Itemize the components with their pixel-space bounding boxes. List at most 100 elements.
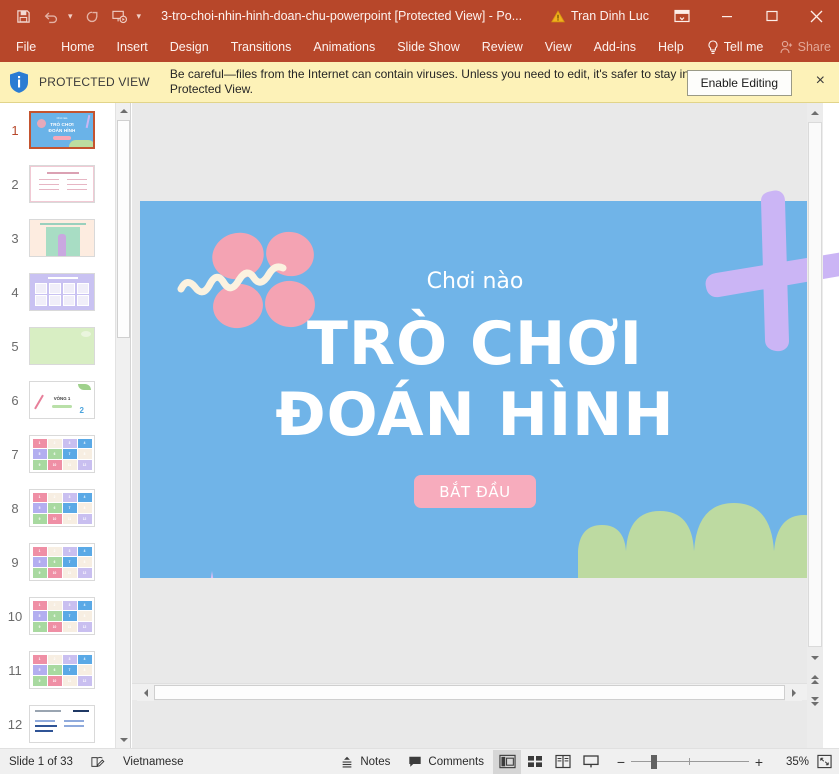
slide-thumbnail-image[interactable] (29, 327, 95, 365)
close-icon[interactable]: × (816, 73, 825, 89)
scroll-down-icon[interactable] (807, 649, 823, 666)
thumbnail-pane-scrollbar[interactable] (115, 103, 130, 748)
zoom-in-button[interactable]: + (749, 754, 769, 770)
share-button[interactable]: Share (780, 40, 831, 54)
save-icon[interactable] (10, 4, 36, 28)
tab-view[interactable]: View (534, 32, 583, 62)
previous-slide-icon[interactable] (807, 671, 823, 688)
slide-thumbnail-2[interactable]: 2 (0, 157, 115, 211)
tab-design[interactable]: Design (159, 32, 220, 62)
maximize-button[interactable] (749, 0, 794, 32)
zoom-slider[interactable] (631, 755, 749, 769)
thumb-grid-tile: 9 (33, 622, 47, 632)
lightbulb-icon (707, 40, 719, 55)
slide-horizontal-scrollbar[interactable] (132, 683, 808, 700)
comments-button[interactable]: Comments (399, 749, 493, 774)
slide-thumbnail-image[interactable]: Chơi nào TRÒ CHƠIĐOÁN HÌNH (29, 111, 95, 149)
slide-counter[interactable]: Slide 1 of 33 (0, 749, 82, 774)
slide-thumbnail-8[interactable]: 8 123456789101112 (0, 481, 115, 535)
comment-bubble-icon (408, 755, 422, 768)
slide-start-button[interactable]: BẮT ĐẦU (414, 475, 536, 508)
tab-slide-show[interactable]: Slide Show (386, 32, 471, 62)
slide-thumbnail-5[interactable]: 5 (0, 319, 115, 373)
thumb-grid-tile: 6 (48, 449, 62, 459)
next-slide-icon[interactable] (807, 693, 823, 710)
fit-to-window-button[interactable] (809, 754, 839, 769)
slide-thumbnail-7[interactable]: 7 123456789101112 (0, 427, 115, 481)
language-indicator[interactable]: Vietnamese (114, 749, 193, 774)
vscrollbar-thumb[interactable] (808, 122, 822, 647)
tab-file[interactable]: File (0, 32, 50, 62)
tell-me-box[interactable]: Tell me (695, 32, 775, 62)
slide-thumbnail-image[interactable]: 123456789101112 (29, 543, 95, 581)
thumb-grid-tile: 8 (78, 611, 92, 621)
tell-me-label: Tell me (724, 32, 764, 62)
current-slide[interactable]: Chơi nào TRÒ CHƠI ĐOÁN HÌNH BẮT ĐẦU (140, 201, 810, 578)
slide-thumbnail-12[interactable]: 12 (0, 697, 115, 748)
slide-sorter-view-button[interactable] (521, 750, 549, 774)
slide-thumbnail-image[interactable]: VÒNG 1 2 (29, 381, 95, 419)
thumb-grid-tile: 8 (78, 557, 92, 567)
scrollbar-thumb[interactable] (117, 120, 130, 338)
scroll-down-icon[interactable] (116, 732, 131, 748)
normal-view-button[interactable] (493, 750, 521, 774)
thumb-grid-tile: 10 (48, 460, 62, 470)
reading-view-button[interactable] (549, 750, 577, 774)
slide-sorter-icon (527, 754, 543, 769)
scroll-up-icon[interactable] (116, 103, 131, 119)
undo-dropdown-icon[interactable]: ▾ (66, 11, 77, 22)
slide-thumbnail-9[interactable]: 9 123456789101112 (0, 535, 115, 589)
slide-thumbnail-image[interactable]: 123456789101112 (29, 597, 95, 635)
tab-add-ins[interactable]: Add-ins (583, 32, 647, 62)
tab-insert[interactable]: Insert (106, 32, 159, 62)
slide-thumbnail-11[interactable]: 11 123456789101112 (0, 643, 115, 697)
slide-thumbnail-1[interactable]: 1 Chơi nào TRÒ CHƠIĐOÁN HÌNH (0, 103, 115, 157)
scroll-up-icon[interactable] (807, 104, 823, 121)
slide-thumbnail-6[interactable]: 6 VÒNG 1 2 (0, 373, 115, 427)
spelling-check-button[interactable] (82, 749, 114, 774)
scroll-right-icon[interactable] (785, 684, 802, 701)
tab-transitions[interactable]: Transitions (220, 32, 303, 62)
enable-editing-button[interactable]: Enable Editing (687, 70, 792, 96)
zoom-midpoint-tick (689, 758, 690, 765)
info-shield-icon (8, 70, 30, 94)
slide-thumbnail-image[interactable] (29, 219, 95, 257)
scroll-left-icon[interactable] (137, 684, 154, 701)
thumb-button (53, 136, 71, 140)
slide-thumbnail-image[interactable] (29, 273, 95, 311)
slide-show-view-button[interactable] (577, 750, 605, 774)
slide-thumbnail-image[interactable] (29, 165, 95, 203)
slide-thumbnail-3[interactable]: 3 (0, 211, 115, 265)
zoom-level-label[interactable]: 35% (775, 756, 809, 768)
customize-quick-access-toolbar-icon[interactable]: ▾ (135, 11, 146, 22)
redo-icon[interactable] (79, 4, 105, 28)
tab-help[interactable]: Help (647, 32, 695, 62)
slide-thumbnail-10[interactable]: 10 123456789101112 (0, 589, 115, 643)
slide-thumbnail-image[interactable]: 123456789101112 (29, 651, 95, 689)
slide-thumbnail-image[interactable]: 123456789101112 (29, 489, 95, 527)
slide-thumbnail-4[interactable]: 4 (0, 265, 115, 319)
thumb-grid-tile: 2 (48, 601, 62, 611)
slide-number: 2 (4, 177, 26, 192)
hscrollbar-thumb[interactable] (154, 685, 785, 700)
slide-thumbnail-pane[interactable]: 1 Chơi nào TRÒ CHƠIĐOÁN HÌNH 2 (0, 103, 131, 748)
thumb-grid-tile: 6 (48, 665, 62, 675)
slide-subtitle: Chơi nào (140, 269, 810, 294)
slide-thumbnail-image[interactable]: 123456789101112 (29, 435, 95, 473)
minimize-button[interactable] (704, 0, 749, 32)
undo-icon[interactable] (38, 4, 64, 28)
zoom-out-button[interactable]: − (611, 754, 631, 770)
thumb-grid-tile: 6 (48, 503, 62, 513)
close-button[interactable] (794, 0, 839, 32)
slide-vertical-scrollbar[interactable] (807, 103, 823, 748)
zoom-control[interactable]: − + (605, 754, 775, 770)
zoom-slider-handle[interactable] (651, 755, 657, 769)
tab-home[interactable]: Home (50, 32, 105, 62)
ribbon-display-options-icon[interactable] (659, 0, 704, 32)
start-from-beginning-icon[interactable] (107, 4, 133, 28)
notes-button[interactable]: Notes (331, 749, 399, 774)
slide-thumbnail-image[interactable] (29, 705, 95, 743)
tab-review[interactable]: Review (471, 32, 534, 62)
tab-animations[interactable]: Animations (302, 32, 386, 62)
account-info[interactable]: Tran Dinh Luc (541, 9, 659, 23)
